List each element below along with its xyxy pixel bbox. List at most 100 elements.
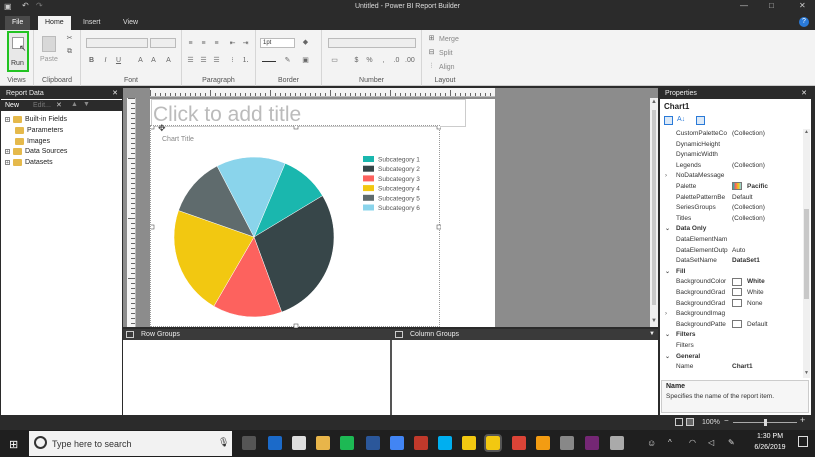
network-icon[interactable]: ◠ <box>689 438 696 447</box>
pen-icon[interactable]: ✎ <box>728 438 735 447</box>
expand-icon[interactable]: ⌄ <box>665 330 670 340</box>
property-row[interactable]: DataSetName DataSet1 <box>660 256 804 267</box>
property-row[interactable]: Filters <box>660 341 804 352</box>
tree-item-images[interactable]: Images <box>5 137 50 147</box>
pie-chart[interactable]: Subcategory 1 Subcategory 2 Subcategory 3 S… <box>151 126 441 328</box>
expand-icon[interactable]: › <box>665 171 667 181</box>
tree-item-datasets[interactable]: + Datasets <box>5 158 53 168</box>
tree-item-data-sources[interactable]: + Data Sources <box>5 147 67 157</box>
close-pane-icon[interactable]: ✕ <box>801 88 807 99</box>
merge-icon[interactable]: ⊞ <box>427 34 436 43</box>
currency-icon[interactable]: $ <box>352 56 361 65</box>
design-view-icon[interactable] <box>675 418 683 426</box>
group-divider[interactable] <box>390 340 392 415</box>
property-category[interactable]: ⌄ Data Only <box>660 224 804 235</box>
chart-region[interactable]: ✥ Chart Title Subcategory 1 Subcategory 2… <box>150 123 441 328</box>
categorized-icon[interactable] <box>664 116 673 125</box>
edit-button[interactable]: Edit... <box>33 102 51 109</box>
property-row[interactable]: CustomPaletteCo (Collection) <box>660 129 804 140</box>
help-icon[interactable]: ? <box>799 17 809 27</box>
resize-handle[interactable] <box>436 224 441 230</box>
tree-item-built-in-fields[interactable]: + Built-in Fields <box>5 115 67 125</box>
property-row[interactable]: PalettePatternBe Default <box>660 193 804 204</box>
expand-icon[interactable]: ⌄ <box>665 224 670 234</box>
property-value[interactable]: Auto <box>732 246 804 256</box>
expand-icon[interactable]: › <box>665 309 667 319</box>
skype-icon[interactable] <box>438 436 452 450</box>
split-label[interactable]: Split <box>439 50 453 57</box>
font-family-select[interactable] <box>86 38 148 48</box>
report-page[interactable]: Click to add title ✥ Chart Title Subcate… <box>150 99 495 328</box>
chevron-down-icon[interactable]: ▼ <box>649 329 655 340</box>
border-width-select[interactable]: 1pt <box>260 38 295 48</box>
alphabetical-icon[interactable]: A↓ <box>677 116 685 123</box>
number-format-select[interactable] <box>328 38 416 48</box>
tab-home[interactable]: Home <box>38 16 71 30</box>
new-button[interactable]: New <box>5 102 19 109</box>
align-right-icon[interactable]: ☰ <box>212 56 221 65</box>
resize-handle[interactable] <box>436 126 441 130</box>
powerapps-icon[interactable] <box>585 436 599 450</box>
property-value[interactable]: (Collection) <box>732 129 804 139</box>
property-row[interactable]: › BackgroundImag <box>660 309 804 320</box>
people-icon[interactable]: ☺ <box>647 438 656 448</box>
spotify-icon[interactable] <box>340 436 354 450</box>
show-hidden-icons[interactable]: ^ <box>668 438 672 447</box>
report-builder-icon[interactable] <box>462 436 476 450</box>
property-row[interactable]: BackgroundGrad White <box>660 288 804 299</box>
tab-file[interactable]: File <box>5 16 31 30</box>
close-icon[interactable]: ✕ <box>799 1 806 10</box>
rocket-icon[interactable] <box>560 436 574 450</box>
cut-icon[interactable]: ✂ <box>65 34 74 43</box>
power-bi-active-icon[interactable] <box>484 434 502 452</box>
property-value[interactable]: White <box>732 277 804 287</box>
property-value[interactable]: (Collection) <box>732 214 804 224</box>
tree-item-parameters[interactable]: Parameters <box>5 126 63 136</box>
property-row[interactable]: BackgroundPatte Default <box>660 320 804 331</box>
task-view-icon[interactable] <box>242 436 256 450</box>
expand-icon[interactable]: + <box>5 116 10 122</box>
move-up-icon[interactable]: ▲ <box>71 101 78 108</box>
increase-indent-icon[interactable]: ⇥ <box>241 39 250 48</box>
paste-label[interactable]: Paste <box>40 56 58 63</box>
decimal-decrease-icon[interactable]: .00 <box>405 56 415 65</box>
property-row[interactable]: DataElementNam <box>660 235 804 246</box>
minimize-icon[interactable]: — <box>740 1 748 10</box>
copy-icon[interactable]: ⧉ <box>65 47 74 56</box>
align-objects-icon[interactable]: ⫶ <box>427 62 436 71</box>
property-value[interactable]: White <box>732 288 804 298</box>
close-pane-icon[interactable]: ✕ <box>112 88 118 99</box>
property-row[interactable]: DataElementOutp Auto <box>660 246 804 257</box>
windows-start-icon[interactable]: ⊞ <box>9 438 18 451</box>
zoom-out-icon[interactable]: − <box>724 416 729 425</box>
tab-insert[interactable]: Insert <box>76 16 108 30</box>
property-value[interactable]: (Collection) <box>732 161 804 171</box>
action-center-icon[interactable] <box>798 436 808 447</box>
delete-icon[interactable]: ✕ <box>56 101 62 109</box>
expand-icon[interactable]: + <box>5 148 10 154</box>
property-row[interactable]: SeriesGroups (Collection) <box>660 203 804 214</box>
merge-label[interactable]: Merge <box>439 36 459 43</box>
property-value[interactable]: DataSet1 <box>732 256 804 266</box>
expand-icon[interactable]: + <box>5 159 10 165</box>
search-box[interactable]: Type here to search 🎙 <box>29 431 232 456</box>
property-category[interactable]: ⌄ Filters <box>660 330 804 341</box>
border-color-icon[interactable]: ✎ <box>283 56 292 65</box>
align-left-icon[interactable]: ☰ <box>186 56 195 65</box>
move-down-icon[interactable]: ▼ <box>83 101 90 108</box>
file-explorer-icon[interactable] <box>316 436 330 450</box>
placeholder-icon[interactable]: ▭ <box>330 56 339 65</box>
word-icon[interactable] <box>366 436 380 450</box>
resize-handle[interactable] <box>151 126 155 130</box>
border-style-icon[interactable] <box>262 61 276 62</box>
align-top-icon[interactable]: ≡ <box>186 39 195 48</box>
mail-icon[interactable] <box>292 436 306 450</box>
snip-icon[interactable] <box>610 436 624 450</box>
split-icon[interactable]: ⊟ <box>427 48 436 57</box>
property-row[interactable]: Legends (Collection) <box>660 161 804 172</box>
font-color-icon[interactable]: A <box>164 56 173 65</box>
run-button[interactable]: ↖ Run <box>7 31 29 72</box>
property-row[interactable]: Name Chart1 <box>660 362 804 373</box>
align-bottom-icon[interactable]: ≡ <box>212 39 221 48</box>
expand-icon[interactable]: ⌄ <box>665 267 670 277</box>
